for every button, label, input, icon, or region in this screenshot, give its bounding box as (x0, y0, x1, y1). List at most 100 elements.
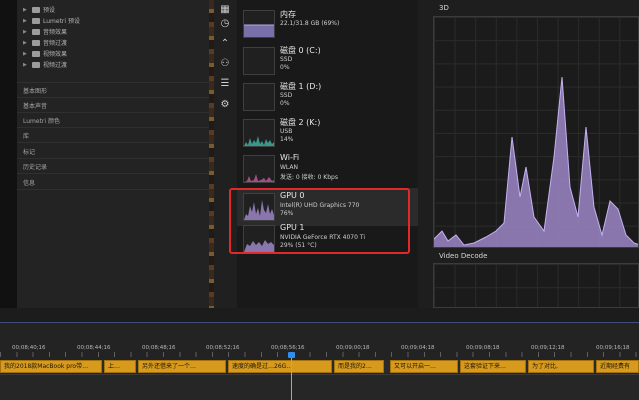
chevron-right-icon[interactable]: ▶ (23, 7, 29, 13)
engine-3d-graph (433, 16, 639, 248)
wifi-graph (244, 174, 274, 182)
users-icon[interactable]: ⚇ (219, 58, 231, 70)
wifi-thumbnail (243, 155, 275, 183)
tree-item-label: Lumetri 预设 (43, 18, 80, 25)
startup-icon[interactable]: ⌃ (219, 38, 231, 50)
folder-icon (32, 6, 40, 13)
divider (17, 112, 212, 113)
resource-name: 内存 (280, 10, 296, 19)
resource-disk-0[interactable]: 磁盘 0 (C:) SSD 0% (243, 44, 413, 78)
caption-clip[interactable]: 这套验证下来… (460, 360, 526, 373)
timecode-label: 00;09;00;18 (336, 345, 370, 351)
caption-clip[interactable]: 另外还借来了一个… (138, 360, 226, 373)
tree-item-label: 音频效果 (43, 29, 68, 36)
resource-type: USB (280, 128, 293, 135)
folder-icon (32, 39, 40, 46)
resource-detail: 22.1/31.8 GB (69%) (280, 20, 340, 27)
disk-graph (244, 136, 274, 146)
tree-item-label: 视频过渡 (43, 62, 68, 69)
divider (17, 158, 212, 159)
caption-clip[interactable]: 近期经费有 (596, 360, 639, 373)
resource-memory[interactable]: 内存 22.1/31.8 GB (69%) (243, 8, 413, 42)
gpu-highlight-annotation (229, 188, 410, 254)
timecode-label: 00;09;08;18 (466, 345, 500, 351)
resource-usage: 0% (280, 100, 290, 107)
disk-thumbnail (243, 119, 275, 147)
resource-throughput: 发送: 0 接收: 0 Kbps (280, 174, 338, 181)
panel-lumetri-color[interactable]: Lumetri 颜色 (23, 116, 60, 125)
timecode-label: 00;09;12;18 (531, 345, 565, 351)
resource-name: 磁盘 0 (C:) (280, 46, 321, 55)
processes-icon[interactable]: ▦ (219, 4, 231, 16)
resource-usage: 0% (280, 64, 290, 71)
resource-type: SSD (280, 92, 293, 99)
resource-name: 磁盘 1 (D:) (280, 82, 322, 91)
resource-name: Wi-Fi (280, 153, 300, 162)
caption-clip[interactable]: 我的2018款MacBook pro带… (0, 360, 102, 373)
resource-wifi[interactable]: Wi-Fi WLAN 发送: 0 接收: 0 Kbps (243, 152, 413, 186)
playhead-line[interactable] (291, 358, 292, 400)
tree-item-lumetri-presets[interactable]: ▶ Lumetri 预设 (23, 15, 80, 26)
memory-graph (244, 24, 274, 37)
divider (17, 189, 212, 190)
resource-type: WLAN (280, 164, 299, 171)
chevron-right-icon[interactable]: ▶ (23, 62, 29, 68)
video-track (0, 375, 639, 400)
video-decode-graph (433, 263, 639, 308)
chevron-right-icon[interactable]: ▶ (23, 51, 29, 57)
caption-clip[interactable]: 为了对比, (528, 360, 594, 373)
folder-icon (32, 28, 40, 35)
divider (17, 142, 212, 143)
caption-clip[interactable]: 又可以开启一… (390, 360, 458, 373)
tree-item-video-effects[interactable]: ▶ 视频效果 (23, 48, 67, 59)
work-area-bar[interactable] (0, 322, 639, 323)
chevron-right-icon[interactable]: ▶ (23, 40, 29, 46)
tree-item-audio-effects[interactable]: ▶ 音频效果 (23, 26, 67, 37)
tree-item-video-transitions[interactable]: ▶ 视频过渡 (23, 59, 67, 70)
timecode-label: 00;08;56;16 (271, 345, 305, 351)
chevron-right-icon[interactable]: ▶ (23, 18, 29, 24)
timecode-label: 00;09;04;18 (401, 345, 435, 351)
panel-markers[interactable]: 标记 (23, 147, 35, 156)
caption-clip[interactable]: 速度的确是过…26G… (228, 360, 332, 373)
history-icon[interactable]: ◷ (219, 18, 231, 30)
folder-icon (32, 50, 40, 57)
resource-disk-2[interactable]: 磁盘 2 (K:) USB 14% (243, 116, 413, 150)
disk-thumbnail (243, 47, 275, 75)
tree-item-label: 视频效果 (43, 51, 68, 58)
divider (17, 127, 212, 128)
divider (17, 97, 212, 98)
services-icon[interactable]: ⚙ (219, 99, 231, 111)
timecode-label: 00;09;16;18 (596, 345, 630, 351)
panel-info[interactable]: 信息 (23, 178, 35, 187)
timeline-ruler-ticks[interactable] (0, 352, 639, 357)
resource-type: SSD (280, 56, 293, 63)
tree-item-label: 预设 (43, 7, 56, 14)
panel-essential-graphics[interactable]: 基本图形 (23, 86, 47, 95)
disk-thumbnail (243, 83, 275, 111)
details-icon[interactable]: ☰ (219, 78, 231, 90)
folder-icon (32, 17, 40, 24)
chevron-right-icon[interactable]: ▶ (23, 29, 29, 35)
timecode-label: 00;08;44;16 (77, 345, 111, 351)
tree-item-audio-transitions[interactable]: ▶ 音频过渡 (23, 37, 67, 48)
tree-item-presets[interactable]: ▶ 预设 (23, 4, 55, 15)
caption-clip[interactable]: 上… (104, 360, 136, 373)
caption-clip[interactable]: 而是我的2… (334, 360, 384, 373)
panel-history[interactable]: 历史记录 (23, 162, 47, 171)
engine-3d-plot (434, 76, 638, 247)
resource-disk-1[interactable]: 磁盘 1 (D:) SSD 0% (243, 80, 413, 114)
effects-tree: ▶ 预设 ▶ Lumetri 预设 ▶ 音频效果 ▶ 音频过渡 ▶ 视频效果 ▶… (17, 0, 212, 80)
panel-libraries[interactable]: 库 (23, 131, 29, 140)
task-manager-nav-rail: ▦ ◷ ⌃ ⚇ ☰ ⚙ (214, 0, 237, 308)
resource-usage: 14% (280, 136, 294, 143)
performance-resource-list: 内存 22.1/31.8 GB (69%) 磁盘 0 (C:) SSD 0% 磁… (237, 0, 418, 308)
panel-essential-sound[interactable]: 基本声音 (23, 101, 47, 110)
panel-edge (0, 0, 17, 308)
memory-thumbnail (243, 10, 275, 38)
video-decode-label: Video Decode (439, 252, 488, 260)
timeline-header (0, 308, 639, 322)
engine-3d-label: 3D (439, 4, 449, 12)
timecode-label: 00;08;52;16 (206, 345, 240, 351)
tree-item-label: 音频过渡 (43, 40, 68, 47)
